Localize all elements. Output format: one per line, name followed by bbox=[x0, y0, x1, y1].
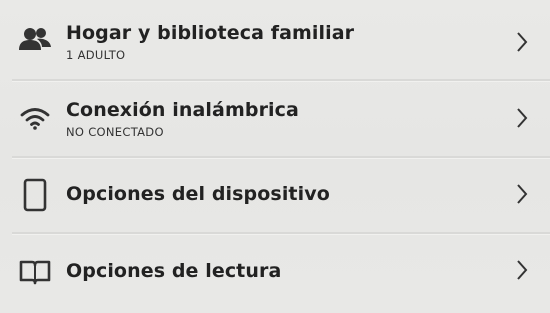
menu-item-subtitle: 1 ADULTO bbox=[66, 48, 126, 62]
menu-item-title: Hogar y biblioteca familiar bbox=[66, 22, 355, 44]
settings-screen: Hogar y biblioteca familiar 1 ADULTO Con… bbox=[0, 0, 550, 313]
menu-item-subtitle: NO CONECTADO bbox=[66, 125, 164, 139]
menu-item-household[interactable]: Hogar y biblioteca familiar 1 ADULTO bbox=[0, 0, 550, 80]
tablet-icon bbox=[18, 178, 52, 212]
menu-item-wireless[interactable]: Conexión inalámbrica NO CONECTADO bbox=[0, 80, 550, 157]
menu-item-title: Opciones del dispositivo bbox=[66, 183, 330, 205]
chevron-right-icon bbox=[517, 108, 528, 128]
chevron-right-icon bbox=[517, 32, 528, 52]
book-icon bbox=[18, 255, 52, 289]
chevron-right-icon bbox=[517, 184, 528, 204]
menu-item-title: Opciones de lectura bbox=[66, 260, 282, 282]
wifi-icon bbox=[18, 101, 52, 135]
menu-item-device-options[interactable]: Opciones del dispositivo bbox=[0, 157, 550, 233]
menu-item-title: Conexión inalámbrica bbox=[66, 99, 299, 121]
people-icon bbox=[18, 23, 52, 57]
menu-item-reading-options[interactable]: Opciones de lectura bbox=[0, 233, 550, 311]
chevron-right-icon bbox=[517, 260, 528, 280]
